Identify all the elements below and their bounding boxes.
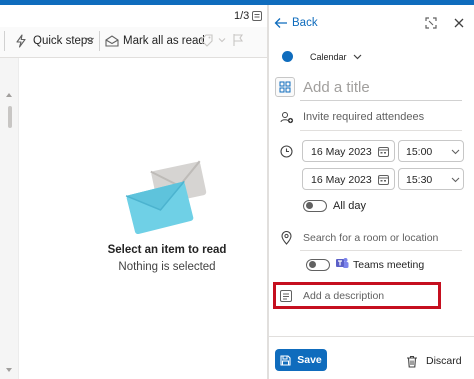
save-label: Save bbox=[297, 354, 322, 366]
calendar-icon bbox=[378, 174, 389, 185]
event-compose-pane bbox=[269, 5, 474, 379]
toolbar-divider bbox=[4, 31, 5, 51]
end-time-field[interactable]: 15:30 bbox=[398, 168, 464, 190]
back-button[interactable]: Back bbox=[274, 15, 318, 31]
event-category-button[interactable] bbox=[275, 77, 295, 97]
chevron-down-icon bbox=[451, 149, 460, 155]
back-arrow-icon bbox=[274, 17, 288, 29]
event-title-input[interactable]: Add a title bbox=[303, 79, 370, 96]
attendees-icon bbox=[280, 111, 294, 124]
teams-meeting-toggle[interactable] bbox=[306, 259, 330, 271]
chevron-down-icon[interactable] bbox=[85, 36, 95, 44]
end-time-value: 15:30 bbox=[406, 174, 433, 186]
empty-state-subtitle: Nothing is selected bbox=[118, 261, 216, 273]
calendar-name: Calendar bbox=[310, 52, 347, 62]
calendar-icon bbox=[378, 146, 389, 157]
toggle-knob bbox=[309, 261, 316, 268]
teams-meeting-label: Teams meeting bbox=[353, 259, 425, 271]
attendees-input[interactable]: Invite required attendees bbox=[303, 111, 424, 123]
start-date-field[interactable]: 16 May 2023 bbox=[302, 140, 395, 162]
close-icon[interactable] bbox=[454, 18, 464, 28]
chevron-down-icon bbox=[451, 177, 460, 183]
all-day-label: All day bbox=[333, 200, 367, 212]
mark-all-read-button[interactable]: Mark all as read bbox=[105, 31, 205, 51]
end-date-value: 16 May 2023 bbox=[311, 174, 372, 186]
discard-button[interactable]: Discard bbox=[406, 353, 462, 369]
envelope-open-icon bbox=[105, 35, 119, 47]
discard-label: Discard bbox=[426, 355, 462, 367]
calendar-selector[interactable]: Calendar bbox=[310, 50, 362, 64]
attendees-underline bbox=[300, 130, 462, 131]
expand-icon[interactable] bbox=[425, 17, 437, 29]
tag-icon[interactable] bbox=[199, 33, 215, 47]
end-date-field[interactable]: 16 May 2023 bbox=[302, 168, 395, 190]
pane-menu-icon[interactable] bbox=[252, 11, 262, 21]
location-underline bbox=[300, 250, 462, 251]
flag-icon[interactable] bbox=[232, 33, 244, 47]
quick-steps-button[interactable]: Quick steps bbox=[15, 31, 93, 51]
footer-divider bbox=[269, 336, 474, 337]
location-input[interactable]: Search for a room or location bbox=[303, 232, 438, 244]
start-date-value: 16 May 2023 bbox=[311, 146, 372, 158]
clock-icon bbox=[280, 145, 293, 158]
mark-all-read-label: Mark all as read bbox=[123, 35, 205, 47]
empty-state-title: Select an item to read bbox=[107, 244, 227, 256]
chevron-down-icon bbox=[353, 54, 362, 60]
lightning-icon bbox=[15, 34, 27, 48]
description-highlight-box bbox=[273, 282, 441, 309]
teams-icon bbox=[335, 256, 349, 270]
trash-icon bbox=[406, 355, 418, 368]
calendar-color-dot bbox=[282, 51, 293, 62]
scroll-up-arrow[interactable] bbox=[6, 93, 12, 97]
back-label: Back bbox=[292, 17, 318, 29]
title-underline bbox=[300, 100, 462, 101]
scroll-thumb[interactable] bbox=[8, 106, 12, 128]
chevron-down-icon[interactable] bbox=[218, 37, 226, 43]
toggle-knob bbox=[306, 202, 313, 209]
save-button[interactable]: Save bbox=[275, 349, 327, 371]
apps-icon bbox=[279, 81, 291, 93]
start-time-value: 15:00 bbox=[406, 146, 433, 158]
scroll-down-arrow[interactable] bbox=[6, 368, 12, 372]
all-day-toggle[interactable] bbox=[303, 200, 327, 212]
save-icon bbox=[280, 354, 291, 366]
message-list-header bbox=[0, 5, 268, 27]
location-icon bbox=[281, 231, 292, 245]
start-time-field[interactable]: 15:00 bbox=[398, 140, 464, 162]
envelope-illustration-icon bbox=[124, 156, 210, 240]
toolbar-divider bbox=[99, 31, 100, 51]
page-indicator: 1/3 bbox=[234, 10, 250, 22]
